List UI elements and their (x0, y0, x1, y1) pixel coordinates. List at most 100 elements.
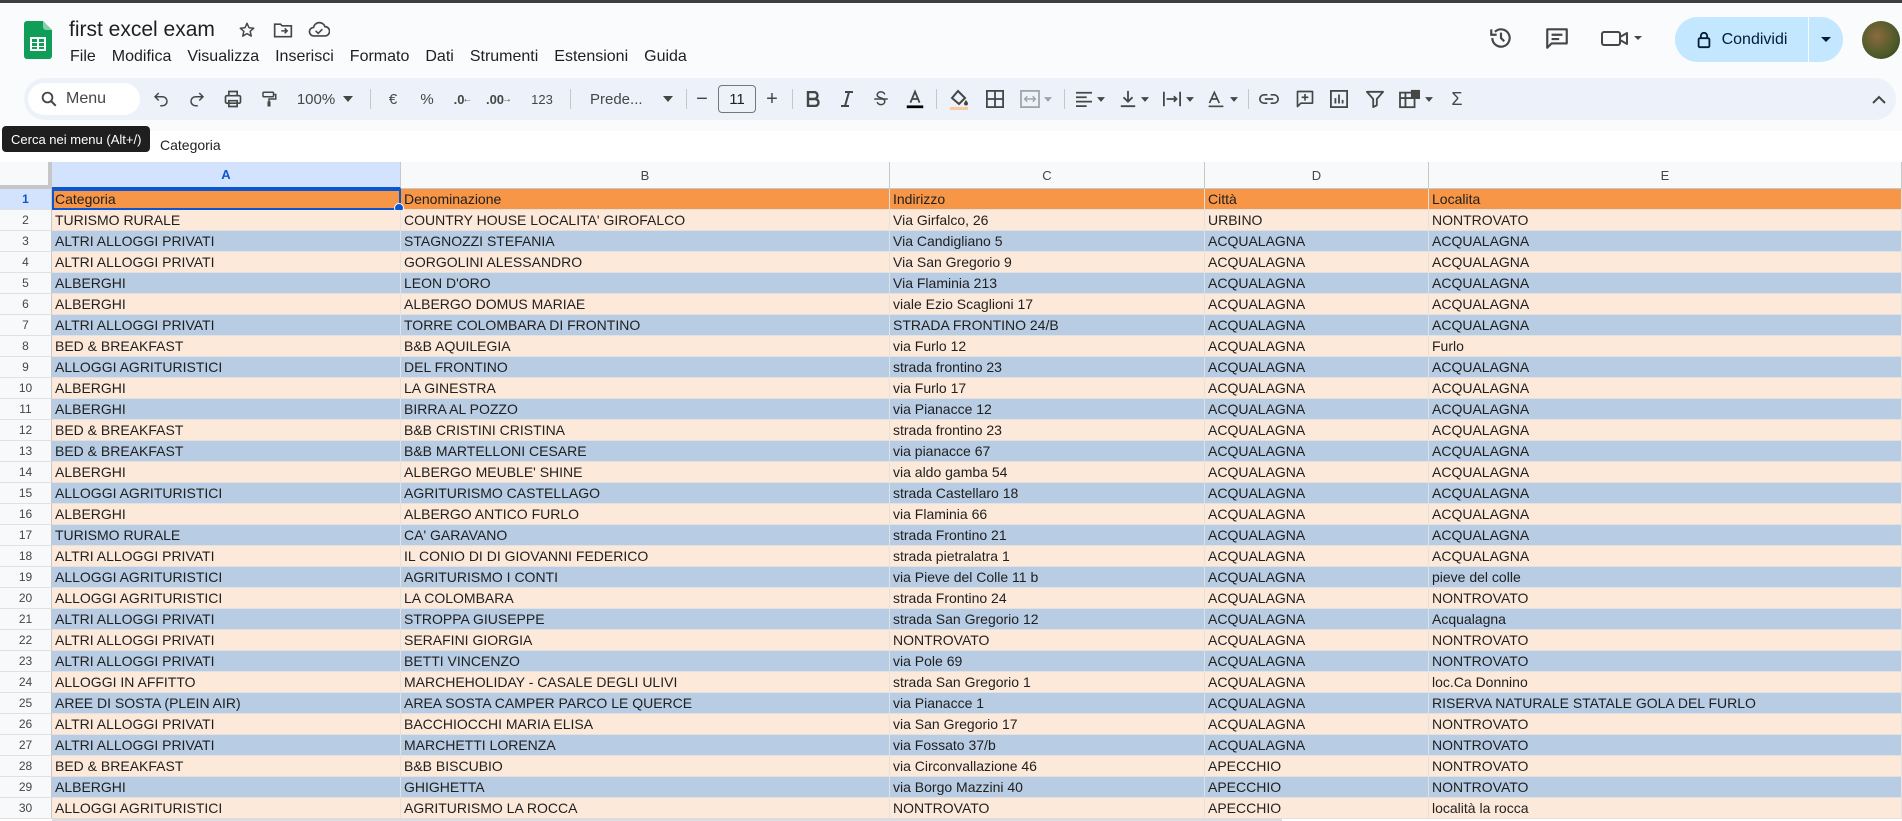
table-cell[interactable]: BED & BREAKFAST (52, 420, 401, 441)
table-cell[interactable]: BED & BREAKFAST (52, 336, 401, 357)
menu-guida[interactable]: Guida (636, 46, 695, 68)
table-cell[interactable]: ACQUALAGNA (1429, 525, 1902, 546)
table-cell[interactable]: IL CONIO DI DI GIOVANNI FEDERICO (401, 546, 890, 567)
table-cell[interactable]: ALLOGGI AGRITURISTICI (52, 567, 401, 588)
table-cell[interactable]: ALTRI ALLOGGI PRIVATI (52, 546, 401, 567)
table-cell[interactable]: ALLOGGI AGRITURISTICI (52, 798, 401, 819)
row-number[interactable]: 7 (0, 315, 52, 336)
table-cell[interactable]: ACQUALAGNA (1205, 693, 1429, 714)
table-cell[interactable]: ACQUALAGNA (1205, 399, 1429, 420)
table-cell[interactable]: LA GINESTRA (401, 378, 890, 399)
table-cell[interactable]: NONTROVATO (1429, 588, 1902, 609)
table-cell[interactable]: LA COLOMBARA (401, 588, 890, 609)
column-header-d[interactable]: D (1205, 162, 1429, 189)
row-number[interactable]: 6 (0, 294, 52, 315)
row-number[interactable]: 21 (0, 609, 52, 630)
row-number[interactable]: 3 (0, 231, 52, 252)
table-cell[interactable]: AGRITURISMO I CONTI (401, 567, 890, 588)
table-cell[interactable]: ACQUALAGNA (1205, 609, 1429, 630)
table-cell[interactable]: APECCHIO (1205, 756, 1429, 777)
table-cell[interactable]: strada San Gregorio 12 (890, 609, 1205, 630)
table-cell[interactable]: MARCHETTI LORENZA (401, 735, 890, 756)
row-number[interactable]: 29 (0, 777, 52, 798)
table-cell[interactable]: AREE DI SOSTA (PLEIN AIR) (52, 693, 401, 714)
table-cell[interactable]: ALTRI ALLOGGI PRIVATI (52, 609, 401, 630)
table-cell[interactable]: via aldo gamba 54 (890, 462, 1205, 483)
table-cell[interactable]: via Pianacce 1 (890, 693, 1205, 714)
table-cell[interactable]: strada frontino 23 (890, 357, 1205, 378)
insert-comment-icon[interactable] (1290, 78, 1320, 120)
print-icon[interactable] (218, 78, 248, 120)
table-cell[interactable]: APECCHIO (1205, 777, 1429, 798)
vertical-align-icon[interactable] (1114, 78, 1154, 120)
borders-icon[interactable] (980, 78, 1010, 120)
table-cell[interactable]: ACQUALAGNA (1429, 441, 1902, 462)
row-number[interactable]: 14 (0, 462, 52, 483)
table-cell[interactable]: BED & BREAKFAST (52, 756, 401, 777)
menu-formato[interactable]: Formato (342, 46, 418, 68)
functions-icon[interactable]: Σ (1442, 78, 1472, 120)
menu-search-button[interactable]: Menu (28, 83, 140, 115)
table-cell[interactable]: TURISMO RURALE (52, 525, 401, 546)
paint-format-icon[interactable] (254, 78, 284, 120)
table-cell[interactable]: strada frontino 23 (890, 420, 1205, 441)
table-cell[interactable]: ALTRI ALLOGGI PRIVATI (52, 735, 401, 756)
table-cell[interactable]: ALBERGHI (52, 777, 401, 798)
table-cell[interactable]: AREA SOSTA CAMPER PARCO LE QUERCE (401, 693, 890, 714)
row-number[interactable]: 10 (0, 378, 52, 399)
table-cell[interactable]: ACQUALAGNA (1205, 567, 1429, 588)
table-cell[interactable]: ALTRI ALLOGGI PRIVATI (52, 252, 401, 273)
sheets-logo-icon[interactable] (24, 21, 52, 59)
table-cell[interactable]: ACQUALAGNA (1205, 273, 1429, 294)
column-header-c[interactable]: C (890, 162, 1205, 189)
table-cell[interactable]: Acqualagna (1429, 609, 1902, 630)
row-number[interactable]: 11 (0, 399, 52, 420)
table-cell[interactable]: ACQUALAGNA (1205, 294, 1429, 315)
table-cell[interactable]: ALLOGGI IN AFFITTO (52, 672, 401, 693)
fill-color-icon[interactable] (942, 78, 976, 120)
table-cell[interactable]: strada Frontino 21 (890, 525, 1205, 546)
table-cell[interactable]: ACQUALAGNA (1205, 420, 1429, 441)
bold-icon[interactable] (798, 78, 828, 120)
table-cell[interactable]: ACQUALAGNA (1429, 420, 1902, 441)
cloud-saved-icon[interactable] (308, 19, 330, 41)
table-cell[interactable]: Via Candigliano 5 (890, 231, 1205, 252)
table-cell[interactable]: via pianacce 67 (890, 441, 1205, 462)
table-cell[interactable]: ALTRI ALLOGGI PRIVATI (52, 651, 401, 672)
table-cell[interactable]: COUNTRY HOUSE LOCALITA' GIROFALCO (401, 210, 890, 231)
table-cell[interactable]: ACQUALAGNA (1205, 525, 1429, 546)
header-cell[interactable]: Categoria (52, 189, 401, 210)
table-cell[interactable]: MARCHEHOLIDAY - CASALE DEGLI ULIVI (401, 672, 890, 693)
column-header-e[interactable]: E (1429, 162, 1902, 189)
table-cell[interactable]: B&B CRISTINI CRISTINA (401, 420, 890, 441)
table-cell[interactable]: LEON D'ORO (401, 273, 890, 294)
merge-cells-icon[interactable] (1014, 78, 1058, 120)
table-cell[interactable]: via Pianacce 12 (890, 399, 1205, 420)
table-cell[interactable]: ACQUALAGNA (1205, 651, 1429, 672)
font-size-input[interactable]: 11 (718, 85, 756, 113)
collapse-toolbar-icon[interactable] (1864, 78, 1894, 120)
table-cell[interactable]: APECCHIO (1205, 798, 1429, 819)
table-cell[interactable]: NONTROVATO (1429, 756, 1902, 777)
row-number[interactable]: 26 (0, 714, 52, 735)
row-number[interactable]: 30 (0, 798, 52, 819)
table-cell[interactable]: località la rocca (1429, 798, 1902, 819)
table-cell[interactable]: URBINO (1205, 210, 1429, 231)
comments-icon[interactable] (1538, 19, 1576, 57)
table-cell[interactable]: ACQUALAGNA (1429, 504, 1902, 525)
row-number[interactable]: 12 (0, 420, 52, 441)
table-cell[interactable]: via Pole 69 (890, 651, 1205, 672)
table-cell[interactable]: via Pieve del Colle 11 b (890, 567, 1205, 588)
table-cell[interactable]: strada pietralatra 1 (890, 546, 1205, 567)
italic-icon[interactable] (832, 78, 862, 120)
row-number[interactable]: 25 (0, 693, 52, 714)
row-number[interactable]: 2 (0, 210, 52, 231)
table-cell[interactable]: ACQUALAGNA (1205, 231, 1429, 252)
table-cell[interactable]: AGRITURISMO CASTELLAGO (401, 483, 890, 504)
filter-views-icon[interactable] (1394, 78, 1438, 120)
table-cell[interactable]: TURISMO RURALE (52, 210, 401, 231)
table-cell[interactable]: ALBERGHI (52, 504, 401, 525)
increase-decimals-button[interactable]: .00 → (482, 78, 516, 120)
menu-file[interactable]: File (62, 46, 104, 68)
table-cell[interactable]: ACQUALAGNA (1205, 252, 1429, 273)
